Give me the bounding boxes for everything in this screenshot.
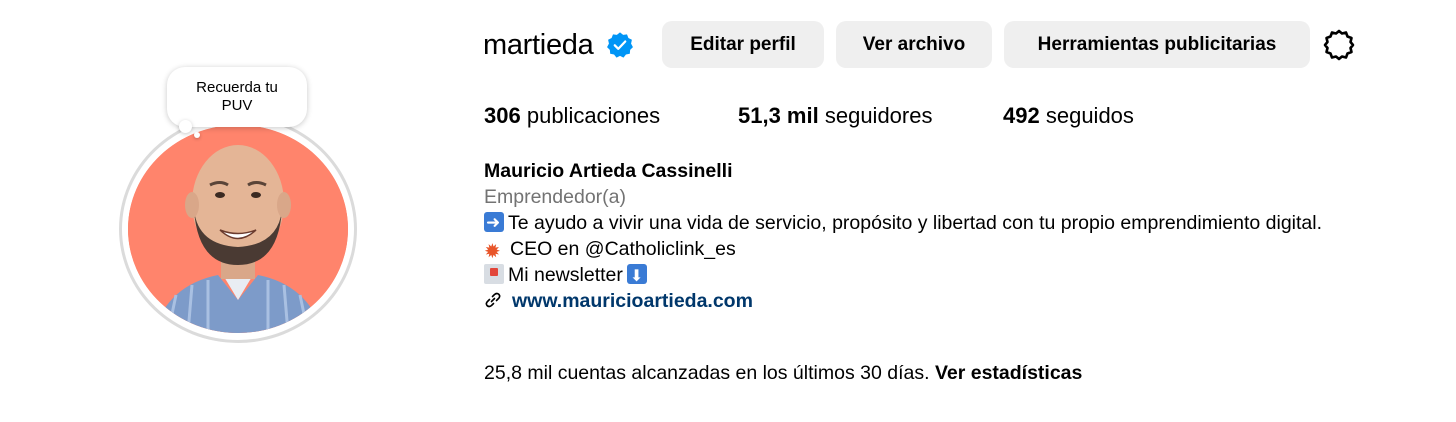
full-name: Mauricio Artieda Cassinelli bbox=[484, 160, 733, 182]
website-link[interactable]: www.mauricioartieda.com bbox=[512, 290, 753, 312]
bio-line-2-text: CEO en @Catholiclink_es bbox=[510, 238, 736, 260]
bio-line-2: ✹ CEO en @Catholiclink_es bbox=[484, 236, 1364, 262]
category-label: Emprendedor(a) bbox=[484, 186, 626, 208]
accounts-reached-text: 25,8 mil cuentas alcanzadas en los últim… bbox=[484, 362, 930, 384]
following-count: 492 bbox=[1003, 103, 1040, 128]
following-label: seguidos bbox=[1045, 103, 1134, 128]
posts-count: 306 bbox=[484, 103, 521, 128]
username: martieda bbox=[483, 29, 594, 61]
note-bubble-tail-small bbox=[194, 132, 200, 138]
website-row[interactable]: www.mauricioartieda.com bbox=[484, 288, 1364, 314]
posts-label: publicaciones bbox=[526, 103, 661, 128]
bio-line-1: Te ayudo a vivir una vida de servicio, p… bbox=[484, 210, 1364, 236]
view-insights-link[interactable]: Ver estadísticas bbox=[935, 362, 1082, 384]
profile-avatar-container[interactable] bbox=[119, 115, 357, 343]
stat-posts: 306 publicaciones bbox=[484, 102, 660, 130]
avatar-photo bbox=[128, 125, 348, 333]
followers-count: 51,3 mil bbox=[738, 103, 819, 128]
verified-badge-icon bbox=[607, 32, 633, 58]
insights-summary: 25,8 mil cuentas alcanzadas en los últim… bbox=[484, 360, 1082, 386]
note-bubble-tail-large bbox=[179, 120, 192, 133]
down-arrow-emoji bbox=[626, 263, 647, 289]
profile-bio: Mauricio Artieda Cassinelli Emprendedor(… bbox=[484, 158, 1364, 314]
link-icon bbox=[485, 292, 501, 308]
followers-label: seguidores bbox=[824, 103, 933, 128]
stat-followers-link[interactable]: 51,3 mil seguidores bbox=[738, 102, 932, 130]
profile-note-bubble[interactable]: Recuerda tu PUV bbox=[167, 67, 307, 127]
collision-emoji: ✹ bbox=[484, 239, 501, 263]
arrow-right-emoji bbox=[484, 210, 504, 236]
avatar[interactable] bbox=[128, 125, 348, 333]
ad-tools-button[interactable]: Herramientas publicitarias bbox=[1004, 21, 1310, 68]
bio-line-3: Mi newsletter bbox=[484, 262, 1364, 289]
bio-line-3-text: Mi newsletter bbox=[508, 264, 623, 286]
envelope-emoji bbox=[484, 264, 504, 284]
edit-profile-button[interactable]: Editar perfil bbox=[662, 21, 824, 68]
profile-note-text: Recuerda tu PUV bbox=[196, 79, 278, 114]
bio-line-1-text: Te ayudo a vivir una vida de servicio, p… bbox=[508, 212, 1323, 234]
view-archive-button[interactable]: Ver archivo bbox=[836, 21, 992, 68]
stat-following-link[interactable]: 492 seguidos bbox=[1003, 102, 1134, 130]
gear-icon[interactable] bbox=[1322, 28, 1356, 62]
